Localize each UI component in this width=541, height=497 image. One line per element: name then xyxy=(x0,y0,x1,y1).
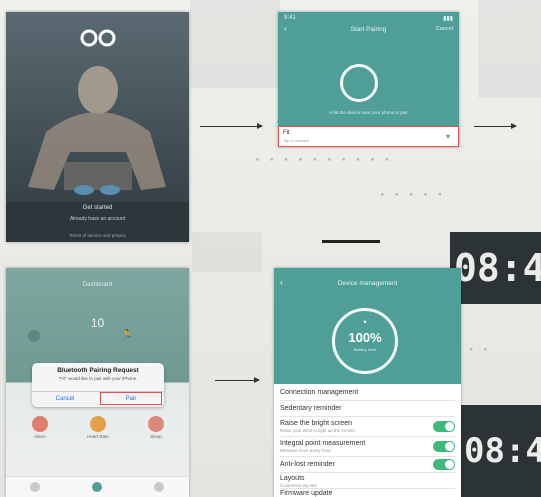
pairing-hint: Hold the device near your phone to pair xyxy=(329,110,408,115)
device-name: Fit xyxy=(283,130,290,136)
dialog-body: "Fit" would like to pair with your iPhon… xyxy=(58,376,138,381)
bluetooth-dialog: Bluetooth Pairing Request "Fit" would li… xyxy=(32,363,164,407)
cancel-button[interactable]: Cancel xyxy=(32,392,98,407)
pairing-ring xyxy=(340,64,378,102)
battery-star-icon: ✦ xyxy=(362,320,368,326)
menu-title: Layouts xyxy=(280,475,305,482)
background-text: · · · · · xyxy=(380,185,446,204)
sleep-icon xyxy=(148,416,164,432)
menu-connection-management[interactable]: Connection management xyxy=(280,386,455,401)
device-list-item[interactable]: Fit Tap to connect ▾ xyxy=(278,126,459,147)
menu-anti-lost-reminder[interactable]: Anti-lost reminder xyxy=(280,457,455,473)
alarm-icon xyxy=(32,416,48,432)
menu-title: Firmware update xyxy=(280,490,333,497)
heart-rate-label: Heart Rate xyxy=(87,434,109,439)
activity-dot-left xyxy=(28,330,40,342)
dialog-title: Bluetooth Pairing Request xyxy=(57,367,139,374)
status-bar: 9:41 ▮▮▮ xyxy=(278,12,459,26)
cancel-link[interactable]: Cancel xyxy=(436,26,453,32)
heart-rate-shortcut[interactable]: Heart Rate xyxy=(80,416,116,439)
menu-title: Integral point measurement xyxy=(280,440,366,447)
menu-raise-bright-screen[interactable]: Raise the bright screen Raise your wrist… xyxy=(280,417,455,437)
step1-phone: Get started Already have an account Term… xyxy=(6,12,189,242)
heart-rate-icon xyxy=(90,416,106,432)
background-text: · · · · · · · · · · xyxy=(255,150,393,169)
dashboard-header: Dashboard xyxy=(82,282,113,288)
battery-percentage: 100% xyxy=(348,330,382,345)
integral-measurement-toggle[interactable] xyxy=(433,441,455,452)
raise-screen-toggle[interactable] xyxy=(433,421,455,432)
step3-phone: Dashboard 10 🏃 Bluetooth Pairing Request… xyxy=(6,268,189,497)
step4-phone: ‹ Device management ✦ 100% Battery level… xyxy=(274,268,461,497)
tab-profile-icon[interactable] xyxy=(154,482,164,492)
anti-lost-toggle[interactable] xyxy=(433,459,455,470)
page-title: Device management xyxy=(337,280,398,287)
get-started-link[interactable]: Get started xyxy=(6,205,189,211)
device-header: ‹ Device management ✦ 100% Battery level xyxy=(274,268,461,384)
terms-footer: Terms of service and privacy xyxy=(68,233,127,238)
menu-subtitle: Measure once every hour xyxy=(280,448,332,453)
step-count: 10 xyxy=(90,316,105,330)
menu-title: Raise the bright screen xyxy=(280,420,352,427)
menu-title: Connection management xyxy=(280,389,359,396)
section-divider xyxy=(322,240,380,243)
menu-integral-point-measurement[interactable]: Integral point measurement Measure once … xyxy=(280,437,455,457)
background-panel xyxy=(478,0,541,98)
wifi-signal-icon: ▾ xyxy=(445,132,450,141)
tab-home-icon[interactable] xyxy=(30,482,40,492)
menu-firmware-update[interactable]: Firmware update xyxy=(280,489,455,497)
runner-icon: 🏃 xyxy=(121,330,134,341)
pair-button[interactable]: Pair xyxy=(100,392,162,405)
background-panel xyxy=(190,0,280,88)
menu-layouts[interactable]: Layouts Customize layouts xyxy=(280,473,455,489)
status-time: 9:41 xyxy=(284,15,296,21)
page-title: Start Pairing xyxy=(350,26,387,33)
background-panel xyxy=(192,232,262,272)
menu-sedentary-reminder[interactable]: Sedentary reminder xyxy=(280,401,455,417)
infinity-link-icon xyxy=(72,28,124,48)
already-have-account-link[interactable]: Already have an account xyxy=(6,216,189,222)
flow-arrow-1 xyxy=(200,123,263,129)
background-watch-display: 08:48 xyxy=(450,232,541,304)
flow-arrow-2 xyxy=(474,123,517,129)
battery-caption: Battery level xyxy=(353,347,376,352)
menu-subtitle: Raise your wrist to light up the screen xyxy=(280,428,356,433)
menu-title: Anti-lost reminder xyxy=(280,461,335,468)
battery-icon: ▮▮▮ xyxy=(443,16,453,22)
background-watch-display: 08:48 xyxy=(460,405,541,497)
step2-phone: 9:41 ▮▮▮ ‹ Start Pairing Cancel Hold the… xyxy=(278,12,459,147)
menu-title: Sedentary reminder xyxy=(280,405,342,412)
battery-ring: ✦ 100% Battery level xyxy=(332,308,398,374)
sleep-label: Sleep xyxy=(150,434,162,439)
device-subtitle: Tap to connect xyxy=(283,138,310,143)
menu-subtitle: Customize layouts xyxy=(280,483,317,488)
tab-device-icon[interactable] xyxy=(92,482,102,492)
bottom-tab-bar xyxy=(6,476,189,497)
alarm-shortcut[interactable]: Alarm xyxy=(22,416,58,439)
sleep-shortcut[interactable]: Sleep xyxy=(138,416,174,439)
flow-arrow-3 xyxy=(215,377,260,383)
alarm-label: Alarm xyxy=(34,434,46,439)
